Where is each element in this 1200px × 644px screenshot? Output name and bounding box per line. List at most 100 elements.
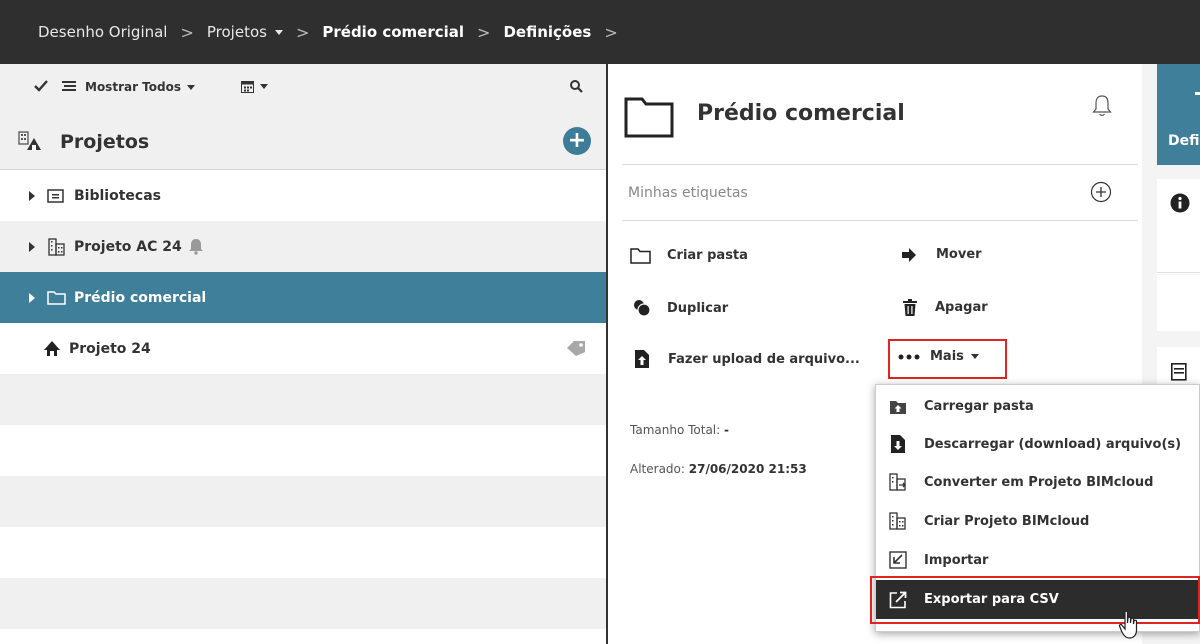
tree-row-bibliotecas[interactable]: Bibliotecas (0, 170, 606, 221)
modified-info: Alterado: 27/06/2020 21:53 (630, 462, 807, 476)
tree-row-label: Projeto AC 24 (74, 238, 182, 255)
tree-row-projeto-ac24[interactable]: Projeto AC 24 (0, 221, 606, 272)
tag-icon[interactable] (566, 340, 586, 357)
modified-label: Alterado: (630, 462, 685, 476)
building-icon (888, 511, 908, 531)
download-file-icon (888, 434, 908, 454)
folder-icon (47, 290, 66, 305)
menu-item-label: Carregar pasta (924, 398, 1034, 414)
tree-row-label: Prédio comercial (74, 289, 207, 306)
empty-row (0, 374, 606, 425)
settings-tab-icon (1195, 92, 1200, 95)
add-tag-icon[interactable] (1090, 181, 1112, 207)
breadcrumb: Desenho Original > Projetos > Prédio com… (0, 0, 1200, 64)
list-card (1157, 347, 1200, 387)
expand-arrow-icon[interactable] (29, 190, 35, 201)
list-icon[interactable] (1171, 363, 1187, 385)
divider (1157, 272, 1200, 273)
empty-row (0, 425, 606, 476)
empty-row (0, 629, 606, 644)
breadcrumb-item-definicoes[interactable]: Definições (503, 23, 591, 41)
convert-building-icon (888, 472, 908, 492)
menu-item-create-bimcloud[interactable]: Criar Projeto BIMcloud (876, 502, 1200, 540)
projects-title: Projetos (60, 131, 150, 153)
empty-row (0, 578, 606, 629)
expand-arrow-icon[interactable] (29, 292, 35, 303)
total-size-value: - (724, 423, 729, 437)
create-folder-button[interactable]: Criar pasta (630, 247, 748, 264)
folder-large-icon (624, 94, 674, 142)
action-label: Apagar (935, 300, 988, 315)
total-size-info: Tamanho Total: - (630, 423, 729, 437)
expand-arrow-icon[interactable] (29, 241, 35, 252)
checkmark-icon[interactable] (34, 80, 48, 92)
filter-dropdown[interactable]: Mostrar Todos (85, 80, 195, 94)
arrow-right-icon (902, 247, 916, 262)
list-icon[interactable] (62, 80, 76, 92)
caret-down-icon (260, 84, 268, 89)
trash-icon (903, 299, 917, 316)
settings-tab[interactable]: Defi (1157, 64, 1200, 165)
building-icon (47, 237, 66, 256)
library-icon (47, 188, 64, 203)
menu-item-download-files[interactable]: Descarregar (download) arquivo(s) (876, 425, 1200, 463)
menu-item-label: Converter em Projeto BIMcloud (924, 474, 1154, 490)
chevron-right-icon: > (477, 22, 491, 42)
menu-item-upload-folder[interactable]: Carregar pasta (876, 387, 1200, 425)
left-toolbar: Mostrar Todos (0, 64, 606, 114)
export-csv-highlight (870, 576, 1200, 624)
delete-button[interactable]: Apagar (903, 299, 988, 316)
bell-icon (188, 238, 204, 255)
house-icon (43, 340, 61, 357)
action-label: Duplicar (667, 300, 729, 316)
calendar-dropdown[interactable] (241, 80, 268, 93)
search-icon[interactable] (570, 80, 583, 93)
menu-item-import[interactable]: Importar (876, 541, 1200, 579)
breadcrumb-label: Projetos (206, 23, 267, 41)
tags-input[interactable]: Minhas etiquetas (628, 185, 748, 201)
info-card-2 (1157, 275, 1200, 331)
import-icon (888, 550, 908, 570)
breadcrumb-item-predio[interactable]: Prédio comercial (322, 23, 464, 41)
action-label: Mover (936, 247, 982, 262)
chevron-right-icon: > (295, 22, 310, 42)
projects-header: Projetos + (0, 114, 606, 170)
action-label: Criar pasta (667, 248, 748, 263)
calendar-icon (241, 81, 254, 93)
divider (622, 220, 1138, 221)
notification-bell-icon[interactable] (1092, 94, 1112, 122)
folder-icon (630, 247, 651, 264)
total-size-label: Tamanho Total: (630, 423, 721, 437)
duplicate-button[interactable]: Duplicar (632, 299, 728, 317)
details-title: Prédio comercial (697, 101, 905, 126)
filter-label: Mostrar Todos (85, 80, 181, 94)
info-card (1157, 179, 1200, 274)
tree-row-predio-comercial[interactable]: Prédio comercial (0, 272, 606, 323)
tree-row-label: Projeto 24 (69, 340, 151, 357)
breadcrumb-item-original[interactable]: Desenho Original (38, 23, 167, 41)
divider (622, 164, 1138, 165)
action-label: Fazer upload de arquivo... (668, 351, 860, 367)
project-tree-panel: Mostrar Todos Projetos + Bibliotecas Pro… (0, 64, 606, 644)
caret-down-icon (187, 84, 195, 90)
menu-item-label: Criar Projeto BIMcloud (924, 513, 1090, 529)
add-project-button[interactable]: + (563, 127, 591, 155)
upload-file-button[interactable]: Fazer upload de arquivo... (634, 349, 860, 369)
empty-row (0, 527, 606, 578)
hand-cursor-icon (1118, 610, 1142, 644)
upload-folder-icon (888, 396, 908, 416)
upload-file-icon (634, 349, 650, 369)
info-icon[interactable] (1170, 193, 1190, 217)
duplicate-icon (632, 299, 651, 317)
breadcrumb-item-projetos[interactable]: Projetos (207, 23, 283, 41)
modified-value: 27/06/2020 21:53 (688, 462, 807, 476)
move-button[interactable]: Mover (902, 247, 982, 262)
menu-item-label: Descarregar (download) arquivo(s) (924, 436, 1182, 452)
settings-tab-label: Defi (1168, 133, 1200, 149)
more-button-highlight (888, 339, 1007, 379)
empty-row (0, 476, 606, 527)
menu-item-convert-bimcloud[interactable]: Converter em Projeto BIMcloud (876, 463, 1200, 501)
menu-item-label: Importar (924, 552, 989, 568)
tree-row-projeto-24[interactable]: Projeto 24 (0, 323, 606, 374)
tree-row-label: Bibliotecas (74, 187, 161, 204)
